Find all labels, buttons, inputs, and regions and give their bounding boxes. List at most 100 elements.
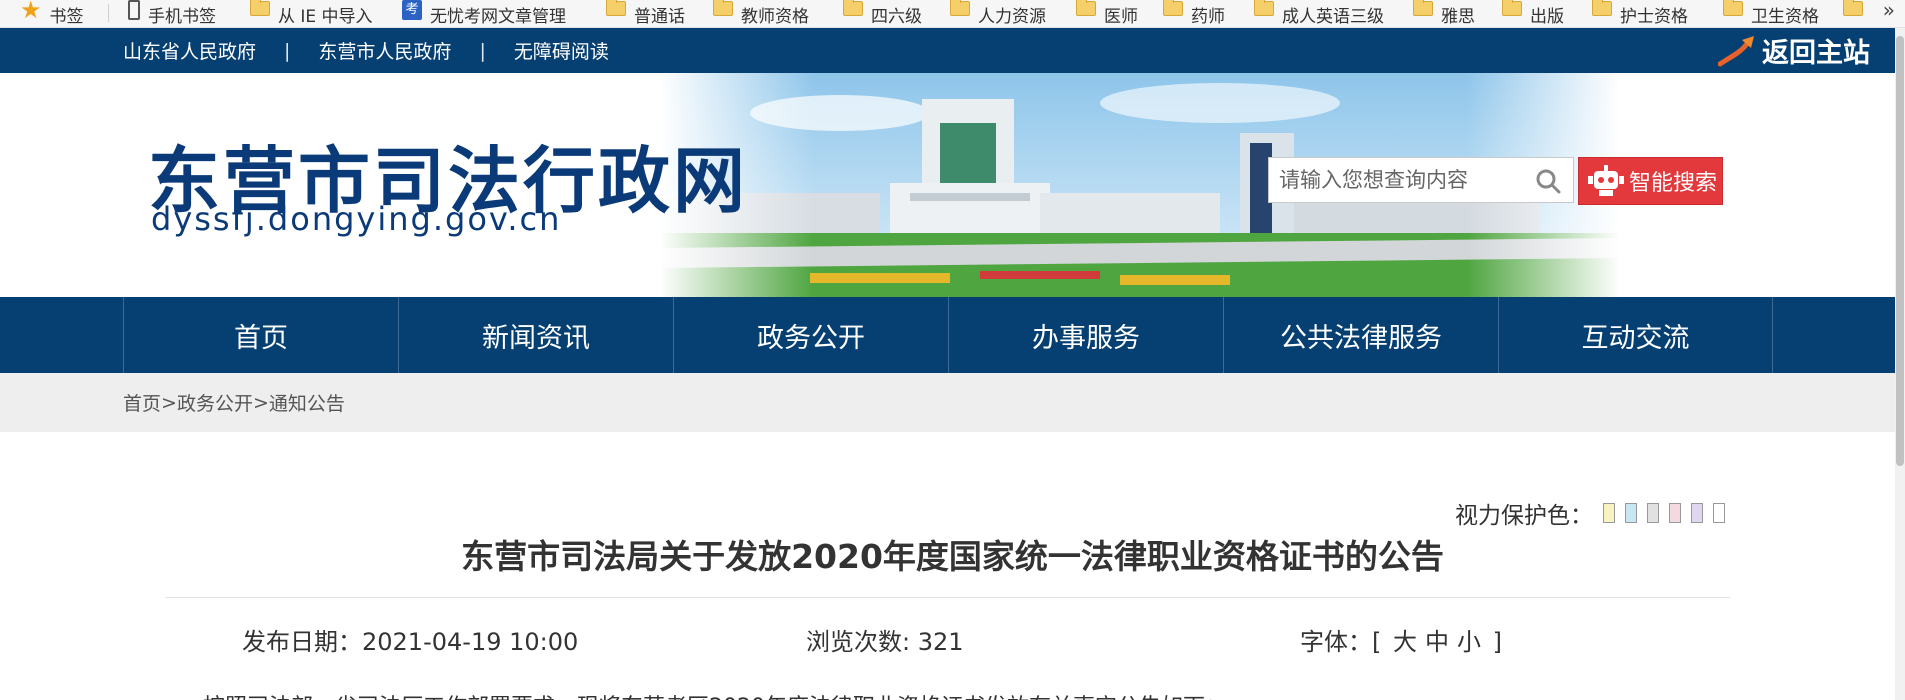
folder-icon [1076, 0, 1096, 16]
bookmark-item[interactable]: 出版 [1502, 0, 1564, 27]
star-icon: ★ [20, 0, 42, 24]
bookmark-label: 人力资源 [978, 6, 1046, 27]
bookmark-label: 成人英语三级 [1282, 6, 1384, 27]
bookmark-divider [108, 4, 109, 22]
breadcrumb-section[interactable]: 政务公开 [177, 389, 253, 416]
view-count-value: 321 [917, 628, 964, 656]
bookmark-label: 从 IE 中导入 [278, 6, 373, 27]
nav-item-services[interactable]: 办事服务 [948, 297, 1223, 373]
search-box [1268, 157, 1574, 203]
nav-item-news[interactable]: 新闻资讯 [398, 297, 673, 373]
folder-icon [606, 0, 626, 16]
folder-icon [1592, 0, 1612, 16]
bookmark-label: 药师 [1191, 6, 1225, 27]
title-divider [165, 597, 1730, 598]
eyecare-selector: 视力保护色： [1455, 496, 1725, 530]
bookmark-label: 普通话 [634, 6, 685, 27]
bookmark-label: 教师资格 [741, 6, 809, 27]
main-nav: 首页 新闻资讯 政务公开 办事服务 公共法律服务 互动交流 [0, 297, 1905, 373]
page-scrollbar[interactable] [1895, 28, 1905, 700]
font-small-button[interactable]: 小 [1457, 628, 1481, 656]
folder-icon [250, 0, 270, 16]
breadcrumb-bar: 首页 > 政务公开 > 通知公告 [0, 373, 1905, 432]
scrollbar-thumb[interactable] [1896, 36, 1904, 466]
bookmark-item[interactable]: 卫生资格 [1723, 0, 1819, 27]
folder-icon [1254, 0, 1274, 16]
eyecare-swatch-yellow[interactable] [1603, 503, 1615, 523]
folder-icon [1413, 0, 1433, 16]
breadcrumb-current[interactable]: 通知公告 [269, 389, 345, 416]
bookmark-label: 医师 [1104, 6, 1138, 27]
bookmark-label: 四六级 [871, 6, 922, 27]
gov-link-separator: | [479, 39, 486, 62]
font-medium-button[interactable]: 中 [1425, 628, 1449, 656]
publish-date: 发布日期：2021-04-19 10:00 [242, 622, 578, 657]
gov-top-bar: 山东省人民政府 | 东营市人民政府 | 无障碍阅读 返回主站 [0, 28, 1905, 73]
folder-icon [1723, 0, 1743, 16]
bookmark-label: 雅思 [1441, 6, 1475, 27]
eyecare-label: 视力保护色： [1455, 503, 1593, 529]
search-input[interactable] [1269, 158, 1519, 202]
bookmark-item[interactable]: 人力资源 [950, 0, 1046, 27]
view-count: 浏览次数: 321 [806, 622, 964, 657]
search-icon[interactable] [1535, 168, 1561, 194]
folder-icon [950, 0, 970, 16]
phone-icon [128, 0, 140, 20]
bookmark-label: 出版 [1530, 6, 1564, 27]
bookmark-item[interactable]: 教师资格 [713, 0, 809, 27]
bookmark-item[interactable] [1843, 0, 1871, 27]
bookmark-label: 手机书签 [148, 6, 216, 27]
kao-icon: 考 [402, 0, 422, 20]
bookmark-item[interactable]: 雅思 [1413, 0, 1475, 27]
bookmark-item[interactable]: 药师 [1163, 0, 1225, 27]
bookmark-item[interactable]: 四六级 [843, 0, 922, 27]
nav-item-legal-services[interactable]: 公共法律服务 [1223, 297, 1498, 373]
breadcrumb-separator: > [161, 391, 177, 414]
smart-search-label: 智能搜索 [1629, 171, 1718, 196]
gov-links: 山东省人民政府 | 东营市人民政府 | 无障碍阅读 [123, 28, 609, 73]
nav-item-public-affairs[interactable]: 政务公开 [673, 297, 948, 373]
nav-item-interaction[interactable]: 互动交流 [1498, 297, 1773, 373]
eyecare-swatch-blue[interactable] [1625, 503, 1637, 523]
folder-icon [713, 0, 733, 16]
eyecare-swatch-gray[interactable] [1647, 503, 1659, 523]
bookmark-item[interactable]: 从 IE 中导入 [250, 0, 373, 27]
gov-link-province[interactable]: 山东省人民政府 [123, 37, 256, 64]
breadcrumb-separator: > [252, 391, 269, 414]
site-domain: dyssfj.dongying.gov.cn [151, 200, 562, 238]
font-bracket-open: [ [1372, 628, 1382, 656]
gov-link-separator: | [284, 39, 291, 62]
bookmark-label: 无忧考网文章管理 [430, 6, 566, 27]
bookmark-item[interactable]: 普通话 [606, 0, 685, 27]
robot-icon [1588, 165, 1624, 196]
folder-icon [1843, 0, 1863, 16]
bookmark-item[interactable]: 护士资格 [1592, 0, 1688, 27]
bookmark-label: 护士资格 [1620, 6, 1688, 27]
folder-icon [1163, 0, 1183, 16]
accessibility-link[interactable]: 无障碍阅读 [514, 37, 609, 64]
eyecare-swatch-purple[interactable] [1691, 503, 1703, 523]
breadcrumb: 首页 > 政务公开 > 通知公告 [123, 373, 345, 432]
eyecare-swatch-pink[interactable] [1669, 503, 1681, 523]
smart-search-button[interactable]: 智能搜索 [1578, 157, 1723, 205]
bookmark-item[interactable]: 医师 [1076, 0, 1138, 27]
bookmark-item[interactable]: 考 无忧考网文章管理 [402, 0, 566, 27]
site-header: 东营市司法行政网 dyssfj.dongying.gov.cn 智能搜索 [0, 73, 1905, 297]
bookmark-item[interactable]: 手机书签 [128, 0, 216, 27]
gov-link-city[interactable]: 东营市人民政府 [318, 37, 451, 64]
publish-date-label: 发布日期： [242, 628, 362, 656]
bookmark-label: 卫生资格 [1751, 6, 1819, 27]
breadcrumb-home[interactable]: 首页 [123, 389, 161, 416]
eyecare-swatch-white[interactable] [1713, 503, 1725, 523]
font-bracket-close: ] [1492, 628, 1503, 656]
bookmark-label: 书签 [49, 6, 84, 27]
bookmark-item[interactable]: 成人英语三级 [1254, 0, 1384, 27]
bookmarks-bar: ★ 书签 手机书签 从 IE 中导入 考 无忧考网文章管理 普通话 教师资格 四… [0, 0, 1905, 28]
folder-icon [1502, 0, 1522, 16]
bookmark-item[interactable]: ★ 书签 [20, 0, 84, 27]
article-body-first-line: 按照司法部、省司法厅工作部署要求，现将东营考区2020年度法律职业资格证书发放有… [203, 689, 1227, 700]
font-large-button[interactable]: 大 [1393, 628, 1417, 656]
back-home-link[interactable]: 返回主站 [1718, 28, 1870, 73]
nav-item-home[interactable]: 首页 [123, 297, 398, 373]
more-bookmarks-button[interactable]: » [1883, 0, 1895, 27]
